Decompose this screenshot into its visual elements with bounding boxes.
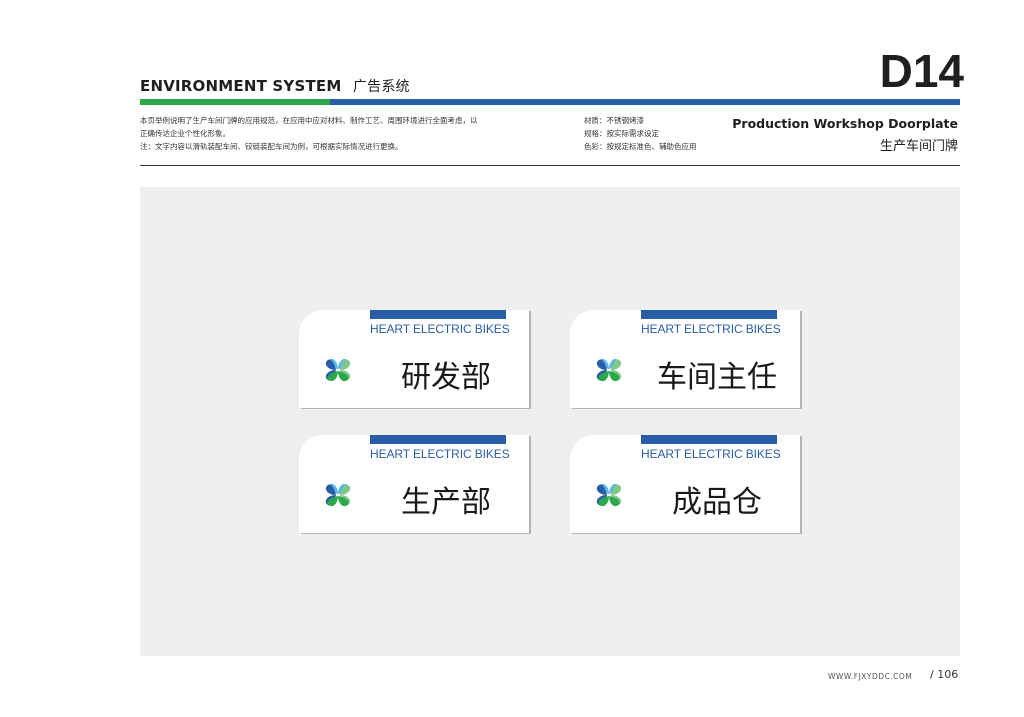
sign-brand: HEART ELECTRIC BIKES [641, 322, 781, 336]
page-code: D14 [879, 45, 964, 97]
sign-top-bar [641, 435, 777, 444]
sign-top-bar [370, 435, 506, 444]
sign-brand: HEART ELECTRIC BIKES [641, 447, 781, 461]
section-title-en: ENVIRONMENT SYSTEM [140, 77, 342, 95]
doorplate-sign: HEART ELECTRIC BIKES 成品仓 [570, 435, 800, 533]
doorplate-sign: HEART ELECTRIC BIKES 研发部 [299, 310, 529, 408]
page-number: / 106 [930, 668, 959, 681]
footer-url: WWW.FJXYDDC.COM [828, 672, 913, 681]
header-rule-green [140, 99, 330, 105]
page-title-cn: 生产车间门牌 [879, 139, 958, 154]
page-title-en: Production Workshop Doorplate [732, 116, 958, 131]
doorplate-sign: HEART ELECTRIC BIKES 生产部 [299, 435, 529, 533]
sign-department: 车间主任 [657, 360, 777, 395]
clover-logo-icon [596, 483, 622, 507]
section-title: ENVIRONMENT SYSTEM 广告系统 [140, 76, 410, 96]
sign-top-bar [370, 310, 506, 319]
sign-department: 研发部 [401, 360, 491, 395]
sign-brand: HEART ELECTRIC BIKES [370, 447, 510, 461]
sign-department: 生产部 [401, 485, 491, 520]
description-note: 注：文字内容以滑轨装配车间、铰链装配车间为例，可根据实际情况进行更换。 [140, 142, 403, 151]
description-block: 本页举例说明了生产车间门牌的应用规范，在应用中应对材料、制作工艺、周围环境进行全… [140, 114, 540, 153]
clover-logo-icon [325, 358, 351, 382]
sign-top-bar [641, 310, 777, 319]
sign-brand: HEART ELECTRIC BIKES [370, 322, 510, 336]
showcase-panel: HEART ELECTRIC BIKES 研发部 HEART ELECTRIC … [140, 187, 960, 656]
sign-department: 成品仓 [672, 485, 762, 520]
header-rule-blue [330, 99, 960, 105]
clover-logo-icon [596, 358, 622, 382]
description-line: 本页举例说明了生产车间门牌的应用规范，在应用中应对材料、制作工艺、周围环境进行全… [140, 116, 478, 125]
header-divider [140, 165, 960, 166]
doorplate-sign: HEART ELECTRIC BIKES 车间主任 [570, 310, 800, 408]
clover-logo-icon [325, 483, 351, 507]
section-title-cn: 广告系统 [352, 79, 410, 95]
description-line: 正确传达企业个性化形象。 [140, 129, 230, 138]
